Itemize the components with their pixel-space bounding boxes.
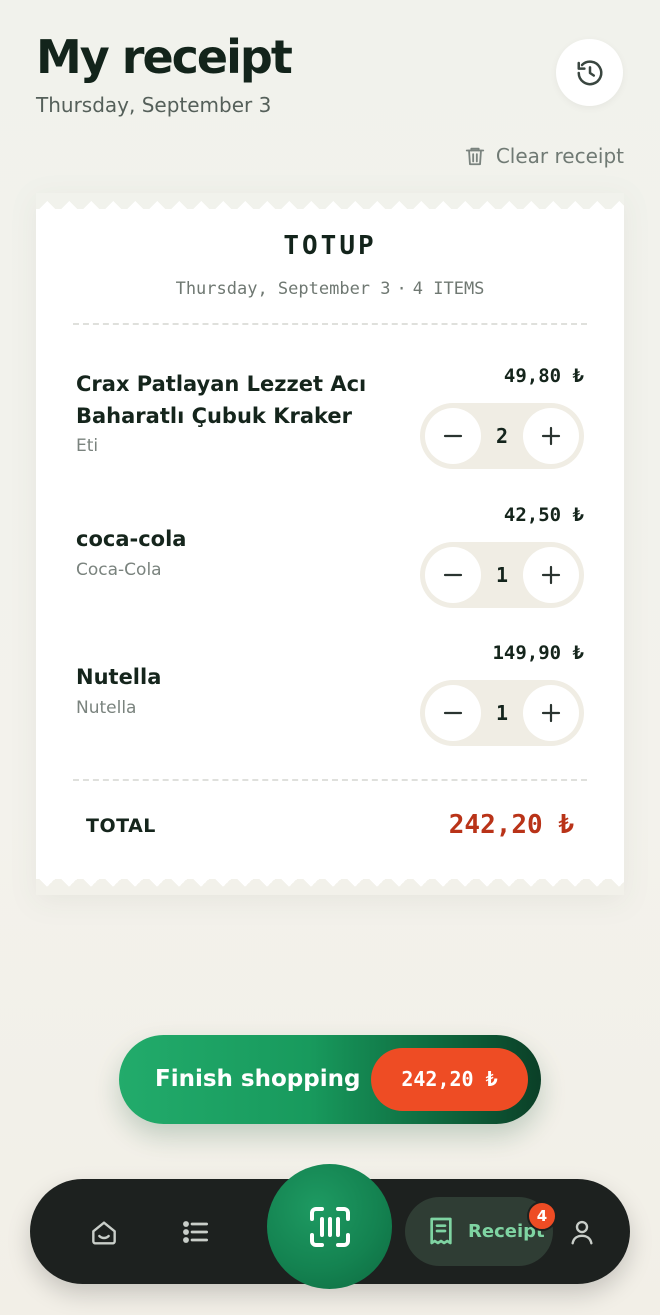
increase-button[interactable] — [523, 408, 579, 464]
decrease-button[interactable] — [425, 408, 481, 464]
minus-icon — [443, 573, 463, 577]
subtitle-separator: · — [396, 279, 407, 299]
receipt-item: Nutella Nutella 149,90 ₺ 1 — [36, 642, 624, 762]
minus-icon — [443, 711, 463, 715]
history-icon — [577, 59, 602, 85]
item-brand: Eti — [76, 436, 99, 456]
total-label: TOTAL — [86, 815, 156, 837]
nav-profile[interactable] — [560, 1212, 604, 1252]
item-price: 42,50 ₺ — [503, 504, 584, 526]
divider — [73, 323, 587, 325]
page-title: My receipt — [36, 30, 293, 84]
receipt-item: coca-cola Coca-Cola 42,50 ₺ 1 — [36, 504, 624, 624]
item-brand: Nutella — [76, 698, 137, 718]
plus-icon — [541, 703, 561, 723]
item-count: 4 ITEMS — [412, 279, 485, 299]
item-name: Crax Patlayan Lezzet Acı Baharatlı Çubuk… — [76, 372, 367, 428]
receipt-card: TOTUP Thursday, September 3 · 4 ITEMS Crax… — [36, 193, 624, 895]
item-name: coca-cola — [76, 527, 187, 551]
clear-receipt-button[interactable]: Clear receipt — [464, 143, 624, 169]
decrease-button[interactable] — [425, 547, 481, 603]
decrease-button[interactable] — [425, 685, 481, 741]
barcode-scan-icon — [309, 1206, 350, 1247]
plus-icon — [541, 426, 561, 446]
plus-icon — [541, 565, 561, 585]
quantity-value: 2 — [495, 424, 509, 448]
receipt-icon — [430, 1217, 452, 1245]
page-date: Thursday, September 3 — [36, 93, 272, 117]
item-price: 49,80 ₺ — [503, 365, 584, 387]
divider — [73, 779, 587, 781]
quantity-value: 1 — [495, 701, 509, 725]
quantity-stepper: 1 — [420, 680, 584, 746]
receipt-item: Crax Patlayan Lezzet Acı Baharatlı Çubuk… — [36, 365, 624, 485]
scan-barcode-button[interactable] — [267, 1164, 392, 1289]
history-button[interactable] — [556, 39, 623, 106]
receipt-count-badge: 4 — [527, 1201, 557, 1231]
receipt-subtitle: Thursday, September 3 · 4 ITEMS — [36, 279, 624, 299]
list-icon — [183, 1221, 208, 1243]
finish-total-pill: 242,20 ₺ — [371, 1048, 528, 1111]
home-icon — [92, 1221, 116, 1245]
item-name: Nutella — [76, 665, 162, 689]
nav-list[interactable] — [174, 1211, 218, 1253]
clear-receipt-label: Clear receipt — [495, 144, 624, 168]
increase-button[interactable] — [523, 547, 579, 603]
increase-button[interactable] — [523, 685, 579, 741]
item-brand: Coca-Cola — [76, 560, 162, 580]
total-value: 242,20 ₺ — [448, 810, 574, 840]
nav-home[interactable] — [82, 1211, 126, 1253]
store-name: TOTUP — [283, 231, 377, 261]
user-icon — [571, 1220, 593, 1245]
finish-shopping-label: Finish shopping — [155, 1066, 361, 1092]
quantity-stepper: 2 — [420, 403, 584, 469]
item-price: 149,90 ₺ — [492, 642, 584, 664]
quantity-stepper: 1 — [420, 542, 584, 608]
minus-icon — [443, 434, 463, 438]
trash-icon — [465, 147, 485, 166]
receipt-date: Thursday, September 3 — [175, 279, 391, 299]
quantity-value: 1 — [495, 563, 509, 587]
finish-shopping-button[interactable]: Finish shopping 242,20 ₺ — [119, 1035, 541, 1124]
